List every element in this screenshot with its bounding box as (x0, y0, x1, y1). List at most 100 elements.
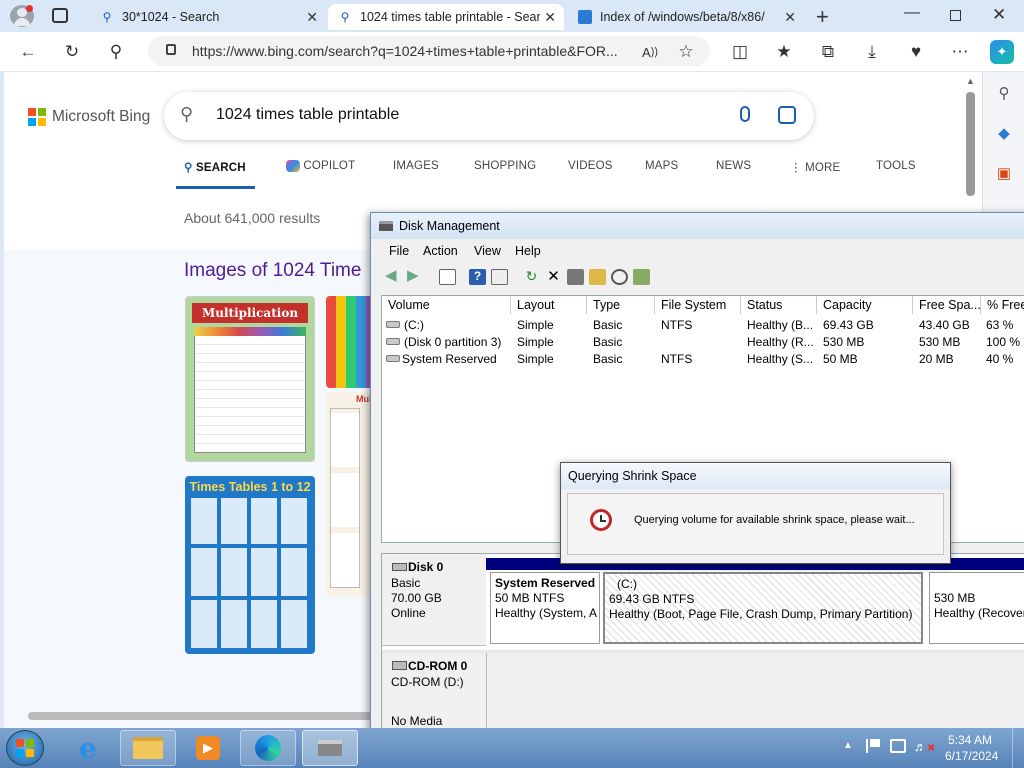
taskbar-media-player[interactable]: ▶ (180, 730, 236, 766)
image-thumbnail-multi[interactable]: Multi (326, 392, 376, 596)
tab-images[interactable]: IMAGES (393, 160, 439, 172)
images-heading[interactable]: Images of 1024 Time (184, 260, 361, 282)
tab-tools[interactable]: TOOLS (876, 160, 916, 172)
tag-icon[interactable]: ◆ (993, 122, 1015, 144)
dialog-titlebar[interactable]: Querying Shrink Space (561, 463, 950, 489)
back-arrow-icon[interactable]: ◀ (385, 268, 402, 285)
horizontal-scrollbar[interactable] (28, 712, 388, 720)
split-screen-icon[interactable]: ◫ (728, 40, 752, 64)
search-icon[interactable]: ⚲ (104, 40, 128, 64)
restore-button[interactable] (950, 10, 961, 21)
column-header-percent-free[interactable]: % Free (981, 296, 1024, 314)
browser-tab-3[interactable]: Index of /windows/beta/8/x86/ ✕ (568, 4, 804, 30)
disk0-info[interactable]: Disk 0 Basic 70.00 GB Online (382, 554, 486, 646)
menu-action[interactable]: Action (423, 244, 458, 258)
more-options-icon[interactable]: ⋯ (948, 40, 972, 64)
page-scrollbar[interactable] (966, 92, 975, 196)
browser-tab-1[interactable]: ⚲ 30*1024 - Search ✕ (90, 4, 326, 30)
image-thumbnail-multiplication[interactable]: Multiplication (185, 296, 315, 462)
new-tab-button[interactable]: + (816, 4, 829, 30)
performance-icon[interactable]: ♥ (904, 40, 928, 64)
column-header-filesystem[interactable]: File System (655, 296, 741, 314)
image-thumbnail-times-tables[interactable]: Times Tables 1 to 12 (185, 476, 315, 654)
delete-icon[interactable]: ✕ (545, 269, 562, 285)
partition-system-reserved[interactable]: System Reserved 50 MB NTFS Healthy (Syst… (490, 572, 600, 644)
image-thumbnail-colorful[interactable] (326, 296, 376, 388)
refresh-button[interactable]: ↻ (60, 40, 84, 64)
menu-help[interactable]: Help (515, 244, 541, 258)
tab-shopping[interactable]: SHOPPING (474, 160, 536, 172)
show-desktop-button[interactable] (1012, 728, 1024, 768)
back-button[interactable]: ← (16, 40, 40, 64)
search-input[interactable]: 1024 times table printable (216, 106, 399, 124)
column-header-volume[interactable]: Volume (382, 296, 511, 314)
close-icon[interactable]: ✕ (306, 9, 318, 26)
clock-icon (590, 509, 612, 531)
close-icon[interactable]: ✕ (784, 9, 796, 26)
collections-icon[interactable]: ⧉ (816, 40, 840, 64)
properties-icon[interactable] (567, 269, 584, 285)
browser-tab-2[interactable]: ⚲ 1024 times table printable - Sear ✕ (328, 4, 564, 30)
microphone-icon[interactable] (740, 106, 750, 122)
window-titlebar[interactable]: Disk Management (371, 213, 1024, 239)
console-tree-icon[interactable] (439, 269, 456, 285)
taskbar-file-explorer[interactable] (120, 730, 176, 766)
scroll-up-arrow[interactable]: ▲ (966, 76, 975, 86)
search-icon[interactable]: ⚲ (993, 82, 1015, 104)
dialog-message: Querying volume for available shrink spa… (634, 514, 915, 526)
search-box[interactable]: ⚲ 1024 times table printable (164, 92, 814, 140)
bing-logo[interactable]: Microsoft Bing (28, 108, 150, 126)
table-row[interactable]: (Disk 0 partition 3) Simple Basic Health… (382, 333, 1024, 350)
cdrom-info[interactable]: CD-ROM 0 CD-ROM (D:) No Media (382, 653, 486, 732)
tab-copilot[interactable]: COPILOT (286, 160, 355, 172)
minimize-button[interactable]: — (904, 4, 920, 22)
column-header-layout[interactable]: Layout (511, 296, 587, 314)
tab-actions-icon[interactable] (52, 8, 68, 23)
column-header-status[interactable]: Status (741, 296, 817, 314)
taskbar-internet-explorer[interactable]: e (60, 730, 116, 766)
column-header-capacity[interactable]: Capacity (817, 296, 913, 314)
help-icon[interactable]: ? (469, 269, 486, 285)
clock-time[interactable]: 5:34 AM (948, 733, 992, 747)
settings-icon[interactable] (633, 269, 650, 285)
table-row[interactable]: System Reserved Simple Basic NTFS Health… (382, 350, 1024, 367)
toolbox-icon[interactable]: ▣ (993, 162, 1015, 184)
cell-volume: (Disk 0 partition 3) (404, 335, 502, 349)
partition-recovery[interactable]: 530 MB Healthy (Recover (929, 572, 1024, 644)
close-window-button[interactable]: ✕ (992, 5, 1006, 25)
url-bar[interactable]: https://www.bing.com/search?q=1024+times… (148, 36, 710, 66)
table-row[interactable]: (C:) Simple Basic NTFS Healthy (B... 69.… (382, 316, 1024, 333)
flag-icon[interactable] (866, 739, 880, 753)
tab-news[interactable]: NEWS (716, 160, 751, 172)
taskbar-edge[interactable] (240, 730, 296, 766)
column-header-free-space[interactable]: Free Spa... (913, 296, 981, 314)
menu-view[interactable]: View (474, 244, 501, 258)
taskbar-disk-management[interactable] (302, 730, 358, 766)
forward-arrow-icon[interactable]: ▶ (407, 268, 424, 285)
visual-search-icon[interactable] (778, 106, 796, 124)
favorites-icon[interactable]: ★ (772, 40, 796, 64)
close-icon[interactable]: ✕ (544, 9, 556, 26)
tab-search[interactable]: ⚲ SEARCH (184, 160, 246, 174)
rescan-icon[interactable]: ↻ (523, 269, 540, 285)
open-folder-icon[interactable] (589, 269, 606, 285)
clock-date[interactable]: 6/17/2024 (945, 749, 998, 763)
copilot-icon[interactable]: ✦ (990, 40, 1014, 64)
read-aloud-icon[interactable]: A)) (638, 40, 662, 64)
tab-maps[interactable]: MAPS (645, 160, 678, 172)
network-icon[interactable] (890, 739, 906, 753)
column-header-type[interactable]: Type (587, 296, 655, 314)
volume-muted-icon[interactable]: ♬✖ (914, 739, 935, 754)
show-hidden-icons[interactable]: ▲ (843, 740, 853, 751)
downloads-icon[interactable]: ⤓ (860, 40, 884, 64)
explore-icon[interactable] (611, 269, 628, 285)
cell-type: Basic (593, 335, 623, 349)
profile-avatar[interactable] (10, 5, 34, 27)
menu-file[interactable]: File (389, 244, 409, 258)
tab-title: 30*1024 - Search (122, 10, 220, 24)
favorite-star-icon[interactable]: ☆ (674, 40, 698, 64)
tab-videos[interactable]: VIDEOS (568, 160, 613, 172)
details-view-icon[interactable] (491, 269, 508, 285)
partition-c-drive[interactable]: (C:) 69.43 GB NTFS Healthy (Boot, Page F… (603, 572, 923, 644)
tab-more[interactable]: ⋮ MORE (790, 160, 840, 174)
